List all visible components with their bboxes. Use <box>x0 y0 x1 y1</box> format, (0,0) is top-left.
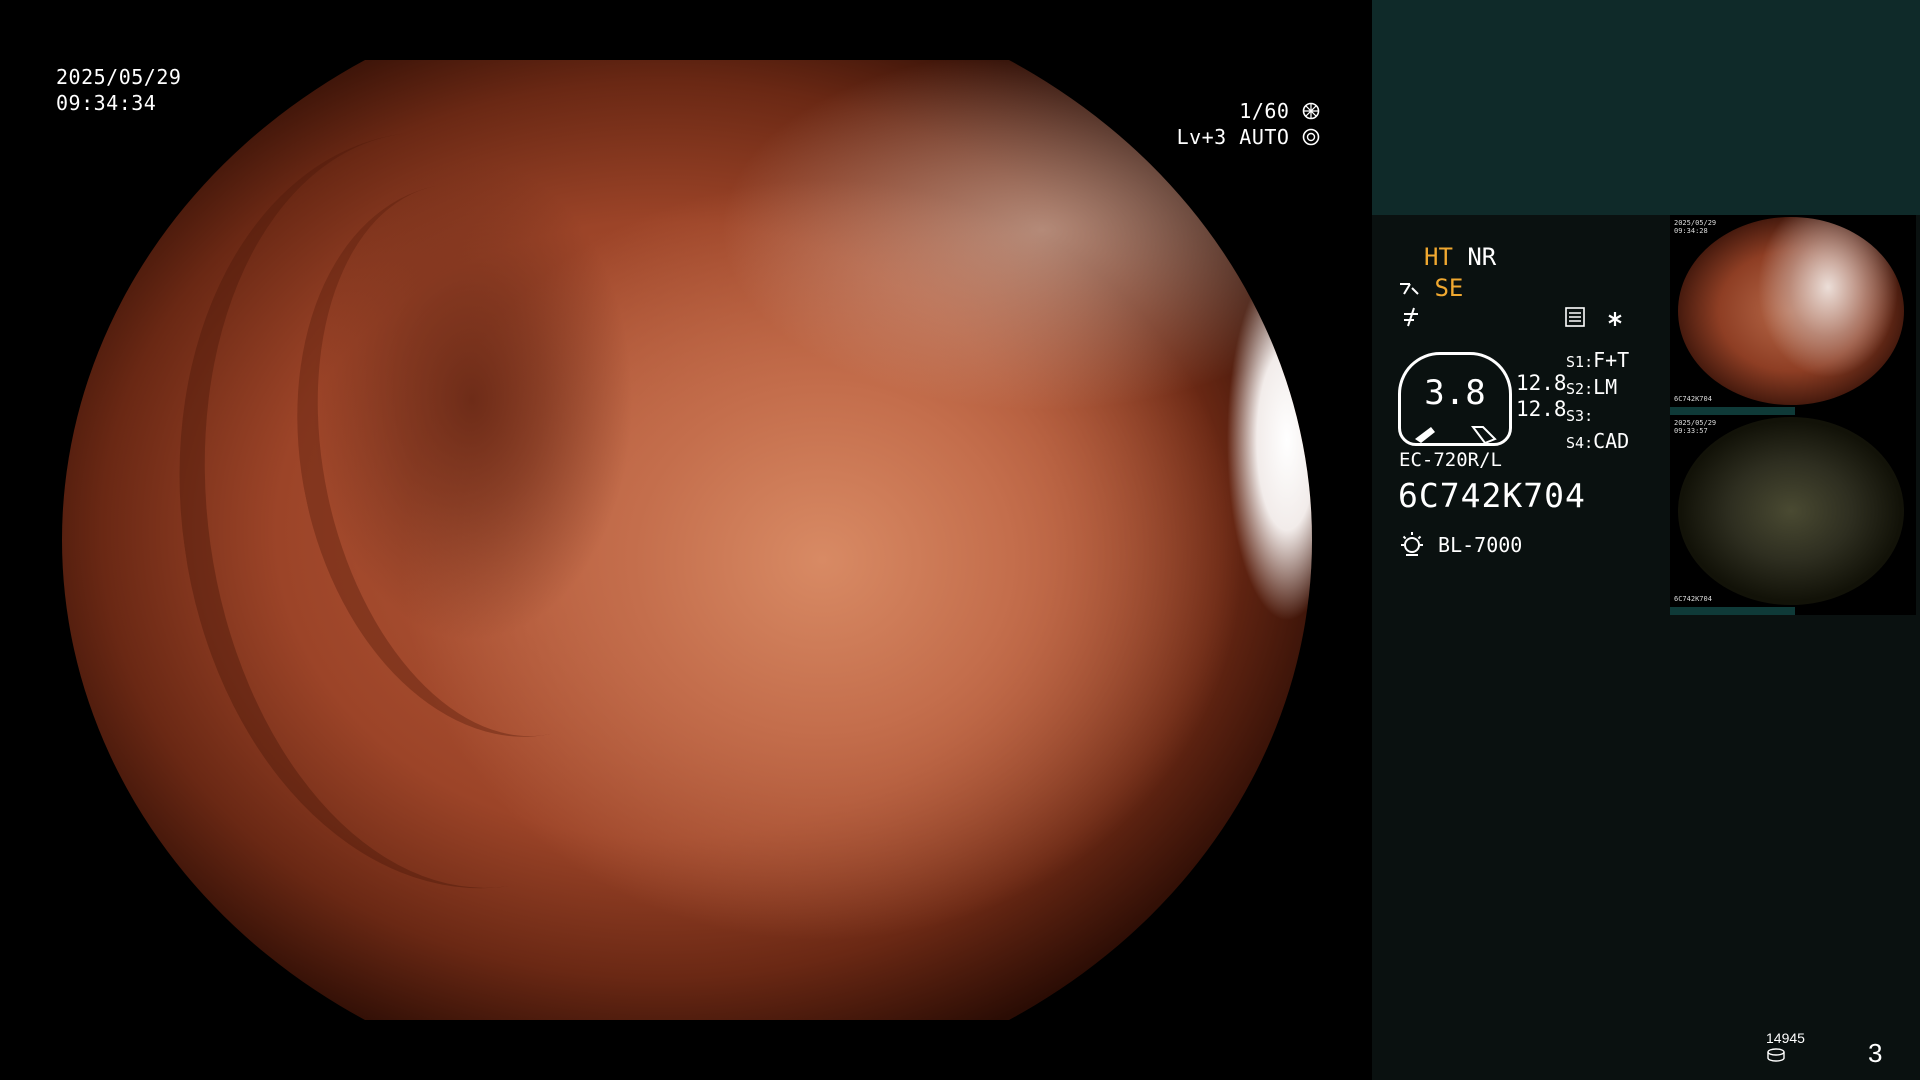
parameter-value-b: 12.8 <box>1516 397 1567 421</box>
thumbnail-date: 2025/05/29 <box>1674 219 1717 227</box>
capture-time: 09:34:34 <box>56 91 157 115</box>
parameter-value-a: 12.8 <box>1516 371 1567 395</box>
color-enhancement-icon <box>1404 307 1418 327</box>
parameter-values: 12.8 12.8 <box>1516 370 1567 422</box>
thumbnail-2[interactable]: 2025/05/29 09:33:57 6C742K704 <box>1670 415 1916 615</box>
record-row <box>1564 306 1624 332</box>
zoom-scale-icon <box>1415 426 1497 443</box>
ht-indicator: HT <box>1424 243 1453 271</box>
capture-date: 2025/05/29 <box>56 65 182 89</box>
shutter-row: 1/60 <box>1177 98 1320 124</box>
se-indicator: SE <box>1434 274 1464 302</box>
date-time-display: 2025/05/29 09:34:34 <box>56 64 181 116</box>
thumbnail-status-bar <box>1670 607 1795 615</box>
exposure-mode: AUTO <box>1239 125 1290 149</box>
light-source-row: BL-7000 <box>1398 530 1522 560</box>
preview-area <box>1372 0 1920 215</box>
switch-item: S2:LM <box>1566 375 1618 399</box>
structure-enhancement-icon <box>1400 283 1419 295</box>
shutter-speed: 1/60 <box>1239 99 1290 123</box>
asterisk-icon <box>1608 312 1622 326</box>
switch-item: S3: <box>1566 407 1594 425</box>
storage-counter-icon <box>1767 1048 1785 1062</box>
color-row <box>1400 306 1422 332</box>
light-source-name: BL-7000 <box>1438 533 1523 557</box>
zoom-indicator: 3.8 <box>1398 352 1512 446</box>
thumbnail-serial: 6C742K704 <box>1674 595 1712 603</box>
switch-item: S4:CAD <box>1566 429 1630 453</box>
thumbnail-status-bar <box>1670 407 1795 415</box>
exposure-info: 1/60 Lv+3 AUTO <box>1177 98 1320 150</box>
thumbnail-image <box>1678 217 1904 405</box>
info-side-panel: HT NR SE 3.8 12.8 12.8 S1:F+T S2:LM S3: … <box>1372 0 1920 1080</box>
auto-exposure-icon <box>1302 128 1320 146</box>
scope-switches: S1:F+T S2:LM S3: S4:CAD <box>1566 348 1629 456</box>
page-number: 3 <box>1868 1038 1883 1068</box>
thumbnail-time: 09:34:28 <box>1674 227 1708 235</box>
endoscope-main-view: 2025/05/29 09:34:34 1/60 Lv+3 AUTO <box>0 0 1372 1080</box>
nr-indicator: NR <box>1467 243 1497 271</box>
record-settings-icon <box>1565 307 1585 327</box>
endoscopic-image <box>62 60 1312 1020</box>
thumbnail-image <box>1678 417 1904 605</box>
se-row: SE <box>1398 273 1463 303</box>
thumbnail-date: 2025/05/29 <box>1674 419 1717 427</box>
image-count: 14945 <box>1766 1030 1805 1046</box>
scope-serial: 6C742K704 <box>1398 476 1586 515</box>
light-source-icon <box>1401 532 1423 556</box>
thumbnail-serial: 6C742K704 <box>1674 395 1712 403</box>
aperture-icon <box>1302 102 1320 120</box>
processing-modes: HT NR <box>1424 242 1496 272</box>
brightness-level: Lv+3 <box>1176 125 1227 149</box>
scope-model: EC-720R/L <box>1399 449 1502 471</box>
thumbnail-1[interactable]: 2025/05/29 09:34:28 6C742K704 <box>1670 215 1916 415</box>
level-row: Lv+3 AUTO <box>1177 124 1320 150</box>
zoom-value: 3.8 <box>1424 373 1486 413</box>
switch-item: S1:F+T <box>1566 348 1630 372</box>
thumbnail-time: 09:33:57 <box>1674 427 1708 435</box>
